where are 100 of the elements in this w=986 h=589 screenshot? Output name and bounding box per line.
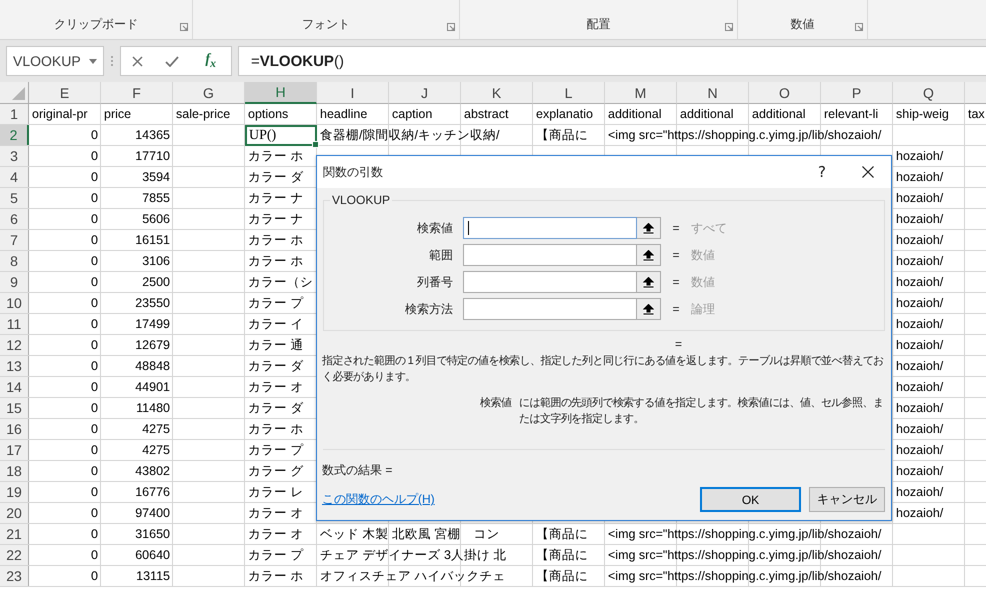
row-header[interactable]: 2 [0,125,29,145]
column-header[interactable]: M [605,82,677,104]
row-header[interactable]: 15 [0,398,29,418]
column-header[interactable]: N [677,82,749,104]
table-cell: カラー ナ [248,190,304,206]
table-cell: 16151 [135,233,170,247]
column-header[interactable]: H [245,82,317,104]
row-header[interactable]: 23 [0,566,29,586]
row-header[interactable]: 11 [0,314,29,334]
equals-sign: = [672,275,680,289]
table-cell: <img src="https://shopping.c.yimg.jp/lib/shozaioh/ [608,128,882,142]
table-cell: カラー プ [248,442,304,458]
table-cell: 0 [91,275,98,289]
upload-arrow-icon[interactable] [643,222,654,234]
row-header[interactable]: 19 [0,482,29,502]
row-header[interactable]: 4 [0,167,29,187]
help-button[interactable]: ? [799,156,845,188]
column-header[interactable]: E [29,82,101,104]
formula-field[interactable]: =VLOOKUP() [238,46,986,76]
row-header[interactable]: 13 [0,356,29,376]
column-header[interactable]: I [317,82,389,104]
insert-function-button[interactable]: f$_{x}$ [201,52,220,70]
table-cell: カラー ダ [248,358,304,374]
row-header[interactable]: 7 [0,230,29,250]
help-link[interactable]: この関数のヘルプ(H) [322,491,435,508]
column-header[interactable]: J [389,82,461,104]
table-cell: 43802 [135,464,170,478]
table-cell: 11480 [136,401,170,415]
table-cell: カラー ホ [248,568,304,584]
cancel-button[interactable]: キャンセル [809,487,885,512]
table-cell: original-pr [32,107,88,121]
row-header[interactable]: 9 [0,272,29,292]
row-header[interactable]: 12 [0,335,29,355]
column-header[interactable]: P [821,82,893,104]
table-cell: カラー オ [248,526,304,542]
dialog-launcher-icon[interactable] [447,23,455,31]
ribbon-group-label: フォント [302,16,350,33]
collapse-button[interactable] [637,244,661,266]
table-cell: 0 [91,233,98,247]
argument-field[interactable] [463,298,637,320]
row-header[interactable]: 14 [0,377,29,397]
row-header[interactable]: 1 [0,104,29,124]
active-cell[interactable]: UP() [245,125,317,146]
column-header[interactable]: G [173,82,245,104]
argument-label: 検索方法 [405,300,453,318]
argument-field[interactable] [463,217,637,239]
collapse-button[interactable] [637,217,661,239]
row-header[interactable]: 22 [0,545,29,565]
argument-field[interactable] [463,244,637,266]
argument-description: には範囲の先頭列で検索する値を指定します。検索値には、値、セル参照、または文字列を指定します。 [519,396,884,427]
equals-sign: = [672,248,680,262]
column-header[interactable]: L [533,82,605,104]
table-cell: 3594 [142,170,170,184]
row-header[interactable]: 16 [0,419,29,439]
name-box[interactable]: VLOOKUP [6,46,104,76]
row-header[interactable]: 21 [0,524,29,544]
row-header[interactable]: 20 [0,503,29,523]
dropdown-icon[interactable] [89,58,97,64]
table-cell: 2500 [142,275,170,289]
row-header[interactable]: 3 [0,146,29,166]
function-description: 指定された範囲の 1 列目で特定の値を検索し、指定した列と同じ行にある値を返します。テーブルは昇順で並べ替えておく必要があります。 [322,354,885,385]
table-cell: 44901 [135,380,170,394]
table-cell: hozaioh/ [896,317,944,331]
grip-icon [110,55,114,67]
table-cell: 4275 [142,443,170,457]
row-header[interactable]: 10 [0,293,29,313]
close-icon[interactable] [862,166,874,178]
table-cell: 【商品に [536,568,588,584]
table-cell: hozaioh/ [896,380,944,394]
upload-arrow-icon[interactable] [643,276,654,288]
dialog-launcher-icon[interactable] [855,23,863,31]
table-cell: hozaioh/ [896,506,944,520]
ok-button[interactable]: OK [700,487,801,512]
dialog-launcher-icon[interactable] [725,23,733,31]
row-header[interactable]: 18 [0,461,29,481]
dialog-launcher-icon[interactable] [180,23,188,31]
table-cell: カラー ホ [248,232,304,248]
fill-handle[interactable] [312,141,319,148]
column-header[interactable]: K [461,82,533,104]
upload-arrow-icon[interactable] [643,304,654,314]
column-header[interactable]: F [101,82,173,104]
argument-label: 列番号 [417,274,453,290]
argument-field[interactable] [463,271,637,293]
table-cell: 0 [91,149,98,163]
collapse-button[interactable] [637,298,661,320]
row-header[interactable]: 17 [0,440,29,460]
row-header[interactable]: 6 [0,209,29,229]
row-header[interactable]: 8 [0,251,29,271]
check-icon[interactable] [165,56,180,66]
row-header[interactable]: 5 [0,188,29,208]
cancel-icon[interactable] [132,56,144,66]
collapse-button[interactable] [637,271,661,293]
column-header[interactable]: Q [893,82,965,104]
table-cell: カラー プ [248,294,304,312]
table-cell: sale-price [176,107,230,121]
table-cell: 23550 [135,296,170,310]
table-cell: hozaioh/ [896,170,944,184]
column-header[interactable]: O [749,82,821,104]
table-cell: 0 [91,191,98,205]
upload-arrow-icon[interactable] [643,250,654,260]
